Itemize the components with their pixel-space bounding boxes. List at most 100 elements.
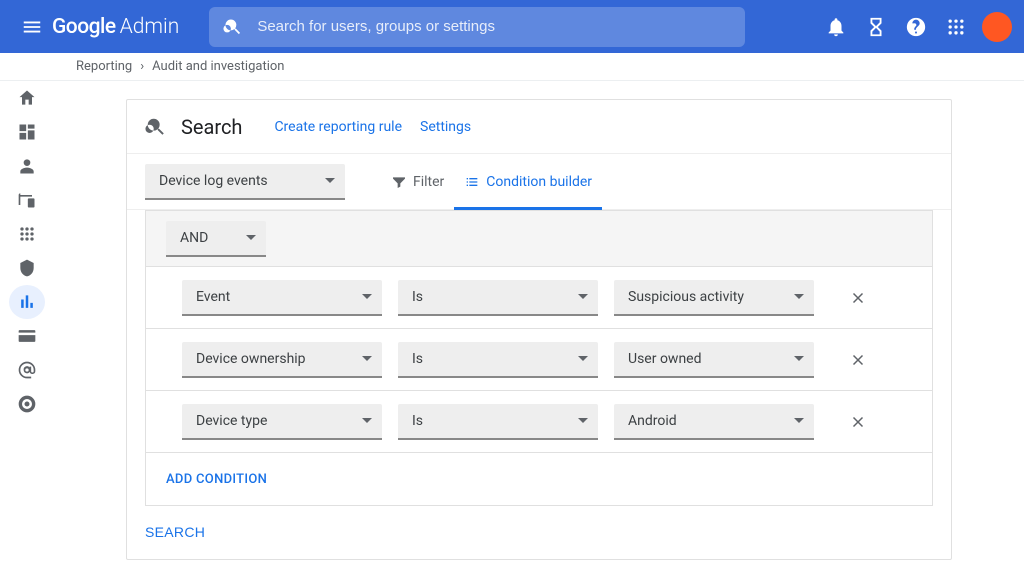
condition-value-select[interactable]: Suspicious activity (614, 280, 814, 316)
nav-reporting[interactable] (9, 285, 45, 319)
chevron-down-icon (578, 294, 588, 299)
hourglass-icon (865, 16, 887, 38)
chevron-down-icon (246, 235, 256, 240)
add-condition-button[interactable]: ADD CONDITION (146, 453, 932, 505)
main-menu-button[interactable] (12, 7, 52, 47)
breadcrumb-item[interactable]: Audit and investigation (152, 59, 284, 74)
chevron-down-icon (325, 178, 335, 183)
remove-condition-button[interactable] (840, 280, 876, 316)
main-content: Search Create reporting rule Settings De… (54, 81, 1024, 575)
chevron-down-icon (362, 418, 372, 423)
query-toolbar: Device log events Filter Condition build… (127, 154, 951, 210)
product-logo: Google Admin (52, 15, 179, 39)
condition-field-value: Event (196, 289, 230, 305)
search-icon (223, 17, 243, 37)
bell-icon (825, 16, 847, 38)
card-header: Search Create reporting rule Settings (127, 100, 951, 154)
side-rail (0, 81, 54, 575)
page-title: Search (181, 115, 242, 139)
nav-account[interactable] (9, 353, 45, 387)
condition-field-select[interactable]: Event (182, 280, 382, 316)
search-button[interactable]: SEARCH (145, 524, 205, 540)
global-search[interactable] (209, 7, 745, 47)
account-avatar[interactable] (982, 12, 1012, 42)
app-launcher-button[interactable] (936, 7, 976, 47)
condition-operator-select[interactable]: Is (398, 280, 598, 316)
apps-grid-icon (946, 17, 966, 37)
tasks-button[interactable] (856, 7, 896, 47)
condition-value-select[interactable]: User owned (614, 342, 814, 378)
condition-join-row: AND (146, 211, 932, 267)
condition-row: Event Is Suspicious activity (146, 267, 932, 329)
analytics-icon (17, 292, 37, 312)
create-reporting-rule-link[interactable]: Create reporting rule (274, 119, 402, 135)
home-icon (17, 88, 37, 108)
nav-billing[interactable] (9, 319, 45, 353)
condition-value-select[interactable]: Android (614, 404, 814, 440)
app-header: Google Admin (0, 0, 1024, 53)
condition-group: AND Event Is Suspicious activity Device … (145, 210, 933, 506)
close-icon (849, 289, 867, 307)
investigation-card: Search Create reporting rule Settings De… (126, 99, 952, 560)
filter-icon (391, 174, 407, 190)
action-row: SEARCH (127, 506, 951, 559)
logo-google-text: Google (52, 15, 116, 39)
close-icon (849, 413, 867, 431)
global-search-input[interactable] (257, 18, 731, 35)
chevron-down-icon (578, 356, 588, 361)
chevron-down-icon (794, 356, 804, 361)
condition-row: Device type Is Android (146, 391, 932, 453)
nav-apps[interactable] (9, 217, 45, 251)
remove-condition-button[interactable] (840, 404, 876, 440)
notifications-button[interactable] (816, 7, 856, 47)
nav-devices[interactable] (9, 183, 45, 217)
chevron-down-icon (578, 418, 588, 423)
shield-icon (17, 258, 37, 278)
search-icon (145, 116, 167, 138)
nav-support[interactable] (9, 387, 45, 421)
person-icon (17, 156, 37, 176)
close-icon (849, 351, 867, 369)
at-icon (17, 360, 37, 380)
help-button[interactable] (896, 7, 936, 47)
chevron-down-icon (794, 418, 804, 423)
data-source-value: Device log events (159, 173, 268, 189)
lifebuoy-icon (17, 394, 37, 414)
tab-condition-builder[interactable]: Condition builder (454, 154, 602, 209)
builder-tabs: Filter Condition builder (381, 154, 602, 209)
tab-condition-builder-label: Condition builder (486, 174, 592, 190)
condition-field-value: Device ownership (196, 351, 306, 367)
tab-filter[interactable]: Filter (381, 154, 454, 209)
list-icon (464, 174, 480, 190)
help-icon (905, 16, 927, 38)
settings-link[interactable]: Settings (420, 119, 471, 135)
condition-operator-value: Is (412, 351, 423, 367)
breadcrumb-item[interactable]: Reporting (76, 59, 132, 74)
condition-value-value: Android (628, 413, 677, 429)
nav-dashboard[interactable] (9, 115, 45, 149)
condition-operator-select[interactable]: Is (398, 342, 598, 378)
chevron-down-icon (362, 294, 372, 299)
condition-operator-select[interactable]: Is (398, 404, 598, 440)
condition-field-select[interactable]: Device ownership (182, 342, 382, 378)
condition-operator-value: Is (412, 413, 423, 429)
remove-condition-button[interactable] (840, 342, 876, 378)
dashboard-icon (17, 122, 37, 142)
chevron-right-icon: › (140, 59, 144, 74)
data-source-select[interactable]: Device log events (145, 164, 345, 200)
hamburger-icon (21, 16, 43, 38)
condition-operator-value: Is (412, 289, 423, 305)
logo-admin-text: Admin (120, 15, 180, 39)
chevron-down-icon (362, 356, 372, 361)
nav-directory[interactable] (9, 149, 45, 183)
join-operator-select[interactable]: AND (166, 221, 266, 257)
condition-value-value: Suspicious activity (628, 289, 744, 305)
nav-security[interactable] (9, 251, 45, 285)
condition-value-value: User owned (628, 351, 702, 367)
tab-filter-label: Filter (413, 174, 444, 190)
breadcrumb: Reporting › Audit and investigation (0, 53, 1024, 81)
condition-field-select[interactable]: Device type (182, 404, 382, 440)
apps-icon (17, 224, 37, 244)
nav-home[interactable] (9, 81, 45, 115)
devices-icon (17, 190, 37, 210)
